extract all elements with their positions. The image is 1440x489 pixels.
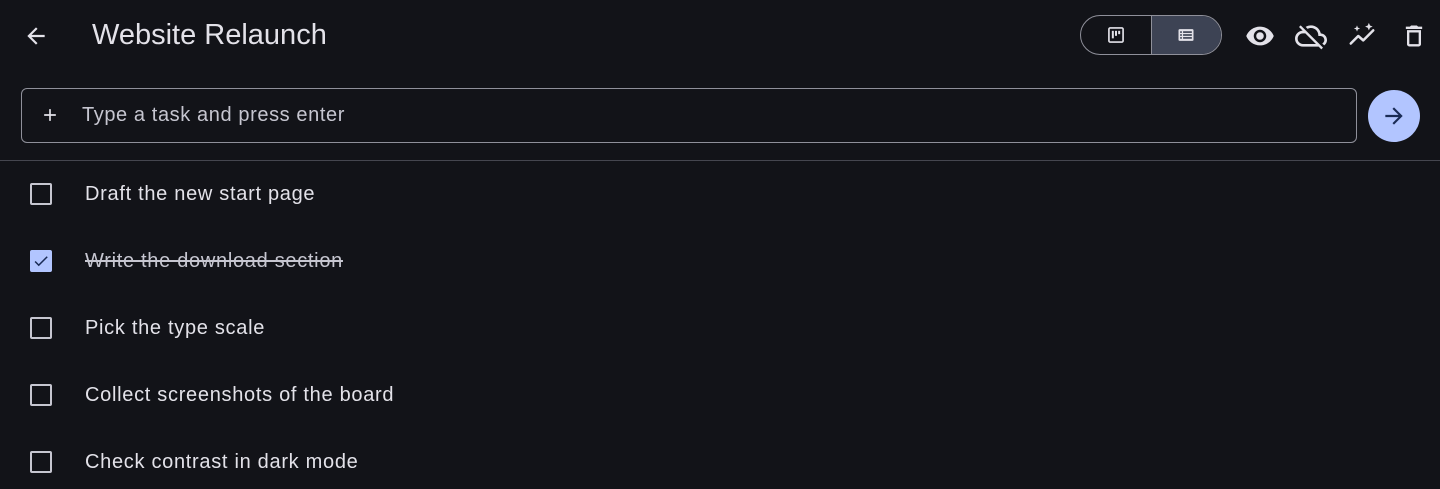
back-button[interactable]	[14, 14, 58, 58]
task-checkbox[interactable]	[30, 183, 52, 205]
page-title: Website Relaunch	[92, 19, 327, 51]
task-item[interactable]: Draft the new start page	[0, 161, 1440, 228]
task-label: Check contrast in dark mode	[85, 451, 359, 473]
task-checkbox[interactable]	[30, 384, 52, 406]
view-toggle	[1080, 15, 1222, 55]
check-icon	[34, 256, 48, 267]
delete-icon	[1405, 25, 1423, 47]
auto-awesome-icon	[1349, 22, 1375, 45]
task-label: Draft the new start page	[85, 183, 316, 205]
task-list: Draft the new start page Write the downl…	[0, 161, 1440, 489]
task-item[interactable]: Pick the type scale	[0, 295, 1440, 362]
board-view-button[interactable]	[1081, 16, 1151, 54]
arrow-forward-icon	[1385, 107, 1403, 125]
new-task-input[interactable]	[82, 89, 1342, 142]
task-checkbox[interactable]	[30, 317, 52, 339]
plus-icon	[38, 103, 62, 127]
app-window: Website Relaunch Type a task and press e…	[0, 0, 1440, 489]
task-label: Collect screenshots of the board	[85, 384, 395, 406]
new-task-field	[21, 88, 1357, 143]
cloud-off-icon	[1295, 25, 1327, 50]
visibility-icon	[1246, 26, 1274, 46]
board-view-icon	[1107, 27, 1124, 43]
task-item[interactable]: Collect screenshots of the board	[0, 362, 1440, 429]
task-checkbox[interactable]	[30, 250, 52, 272]
add-task-button[interactable]	[1368, 90, 1420, 142]
list-view-button[interactable]	[1150, 16, 1221, 54]
list-view-icon	[1178, 29, 1194, 41]
preview-button[interactable]	[1238, 14, 1282, 58]
sync-off-button[interactable]	[1289, 14, 1333, 58]
delete-button[interactable]	[1392, 14, 1436, 58]
task-item[interactable]: Write the download section	[0, 228, 1440, 295]
task-checkbox[interactable]	[30, 451, 52, 473]
arrow-back-icon	[27, 27, 45, 45]
task-label: Write the download section	[85, 250, 343, 272]
task-item[interactable]: Check contrast in dark mode	[0, 429, 1440, 489]
top-app-bar: Website Relaunch	[0, 0, 1440, 72]
task-label: Pick the type scale	[85, 317, 266, 339]
insights-button[interactable]	[1340, 14, 1384, 58]
